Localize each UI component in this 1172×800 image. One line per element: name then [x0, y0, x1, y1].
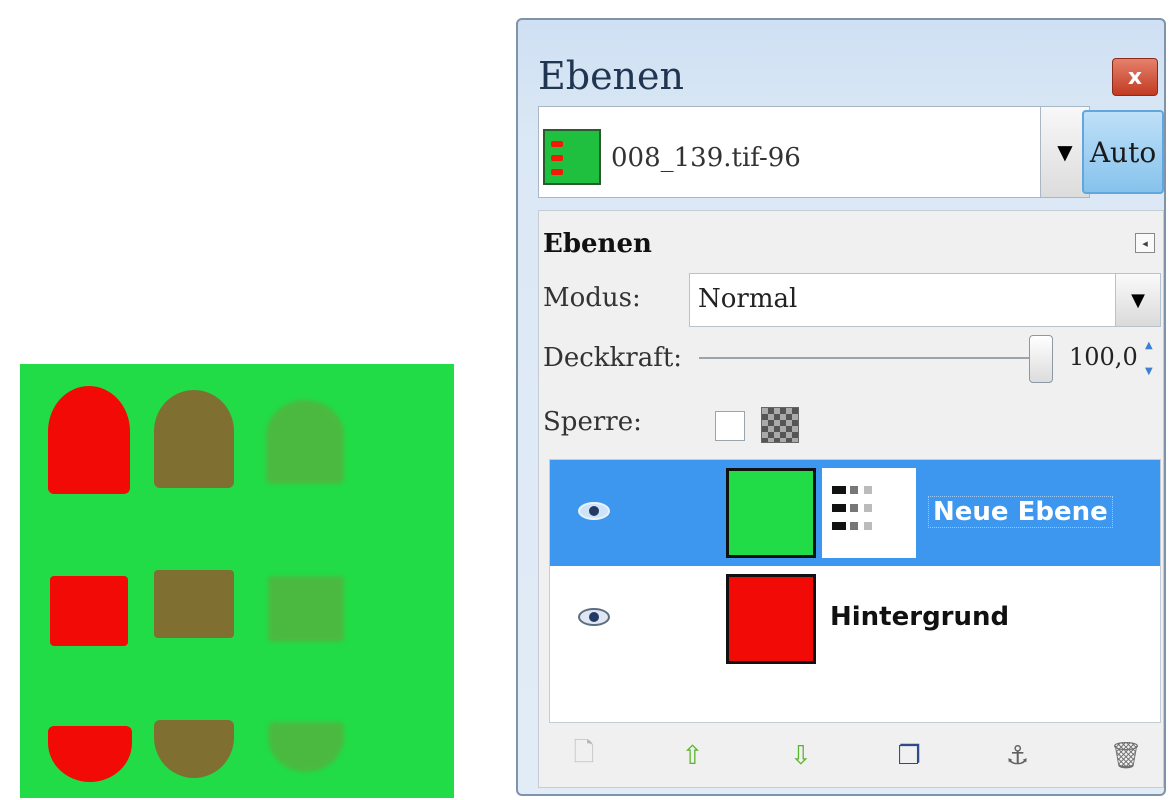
lock-pixels-checkbox[interactable]	[715, 411, 745, 441]
image-selector[interactable]: 008_139.tif-96 ▼	[538, 106, 1090, 198]
opacity-label: Deckkraft:	[543, 343, 683, 373]
opacity-value[interactable]: 100,0	[1069, 343, 1138, 371]
shape-square-faded	[268, 576, 344, 642]
close-button[interactable]: x	[1112, 58, 1158, 96]
opacity-slider-track[interactable]	[699, 357, 1043, 359]
dialog-titlebar[interactable]: Ebenen x	[518, 20, 1164, 120]
trash-icon: 🗑	[1109, 741, 1143, 771]
layer-toolbar: 🗋 ⇧ ⇩ ❐ ⚓ 🗑	[549, 731, 1161, 781]
lower-layer-button[interactable]: ⇩	[784, 737, 818, 775]
opacity-spinner[interactable]: ▲ ▼	[1145, 341, 1159, 377]
raise-layer-button[interactable]: ⇧	[675, 737, 709, 775]
mode-value: Normal	[698, 284, 798, 314]
mode-select[interactable]: Normal ▼	[689, 273, 1161, 327]
layers-dialog: Ebenen x 008_139.tif-96 ▼ Auto Ebenen ◂ …	[516, 18, 1166, 796]
tab-menu-icon: ◂	[1142, 236, 1148, 250]
duplicate-icon: ❐	[897, 741, 921, 771]
shape-square-red	[50, 576, 128, 646]
auto-button[interactable]: Auto	[1082, 110, 1164, 194]
spin-up-icon[interactable]: ▲	[1145, 341, 1159, 351]
anchor-icon: ⚓	[1005, 741, 1030, 771]
layer-row[interactable]: Hintergrund	[550, 566, 1160, 672]
chevron-down-icon: ▼	[1131, 289, 1145, 311]
image-name: 008_139.tif-96	[611, 143, 801, 173]
close-icon: x	[1127, 64, 1143, 90]
shape-arch-faded	[266, 400, 344, 484]
chevron-down-icon: ▼	[1057, 140, 1073, 164]
image-thumbnail	[543, 129, 601, 185]
layer-list: Neue Ebene Hintergrund	[549, 459, 1161, 723]
eye-icon[interactable]	[578, 608, 610, 626]
shape-bowl-brown	[154, 720, 234, 778]
spin-down-icon[interactable]: ▼	[1145, 367, 1159, 377]
layer-name[interactable]: Hintergrund	[830, 602, 1009, 632]
arrow-down-icon: ⇩	[789, 741, 812, 771]
layer-thumbnail	[726, 468, 816, 558]
new-layer-button[interactable]: 🗋	[567, 737, 601, 775]
duplicate-layer-button[interactable]: ❐	[892, 737, 926, 775]
tab-menu-button[interactable]: ◂	[1135, 233, 1155, 253]
mode-dropdown-button[interactable]: ▼	[1115, 274, 1160, 326]
mode-label: Modus:	[543, 283, 641, 313]
new-page-icon: 🗋	[573, 738, 595, 768]
layer-name[interactable]: Neue Ebene	[928, 496, 1113, 528]
delete-layer-button[interactable]: 🗑	[1109, 737, 1143, 775]
anchor-layer-button[interactable]: ⚓	[1001, 737, 1035, 775]
arrow-up-icon: ⇧	[681, 741, 704, 771]
shape-bowl-faded	[268, 722, 344, 772]
canvas-preview	[20, 364, 454, 798]
layers-panel: Ebenen ◂ Modus: Normal ▼ Deckkraft: 100,…	[538, 210, 1164, 788]
layer-thumbnail	[726, 574, 816, 664]
shape-bowl-red	[48, 726, 132, 782]
lock-alpha-icon[interactable]	[761, 407, 799, 443]
eye-icon[interactable]	[578, 502, 610, 520]
shape-square-brown	[154, 570, 234, 638]
shape-arch-red	[48, 386, 130, 494]
layer-mask-thumbnail	[822, 468, 916, 558]
dialog-title: Ebenen	[538, 54, 684, 98]
opacity-slider-handle[interactable]	[1029, 335, 1053, 383]
layer-row[interactable]: Neue Ebene	[550, 460, 1160, 566]
lock-label: Sperre:	[543, 407, 642, 437]
shape-arch-brown	[154, 390, 234, 488]
panel-title: Ebenen	[543, 229, 652, 259]
